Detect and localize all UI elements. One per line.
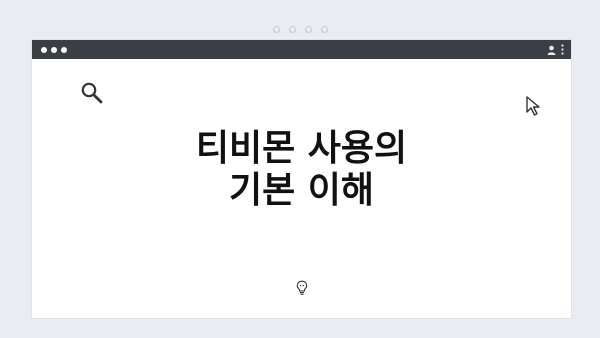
slide-indicator-dots <box>0 26 600 33</box>
search-icon <box>80 81 104 109</box>
presentation-stage: 티비몬 사용의 기본 이해 <box>0 0 600 338</box>
browser-window: 티비몬 사용의 기본 이해 <box>32 40 571 318</box>
cursor-icon <box>524 95 546 121</box>
page-title: 티비몬 사용의 기본 이해 <box>32 128 571 212</box>
window-controls <box>41 46 67 53</box>
slide-dot[interactable] <box>320 26 328 33</box>
kebab-menu-icon[interactable] <box>561 44 564 55</box>
slide-dot[interactable] <box>272 26 280 33</box>
titlebar-actions <box>547 40 564 59</box>
window-titlebar <box>32 40 571 59</box>
slide-dot[interactable] <box>304 26 312 33</box>
lightbulb-icon <box>296 280 308 300</box>
page-title-line-2: 기본 이해 <box>228 170 374 211</box>
maximize-dot[interactable] <box>61 46 67 53</box>
user-icon[interactable] <box>547 45 556 55</box>
slide-dot[interactable] <box>288 26 296 33</box>
minimize-dot[interactable] <box>51 46 57 53</box>
close-dot[interactable] <box>41 46 47 53</box>
page-title-line-1: 티비몬 사용의 <box>195 128 408 169</box>
